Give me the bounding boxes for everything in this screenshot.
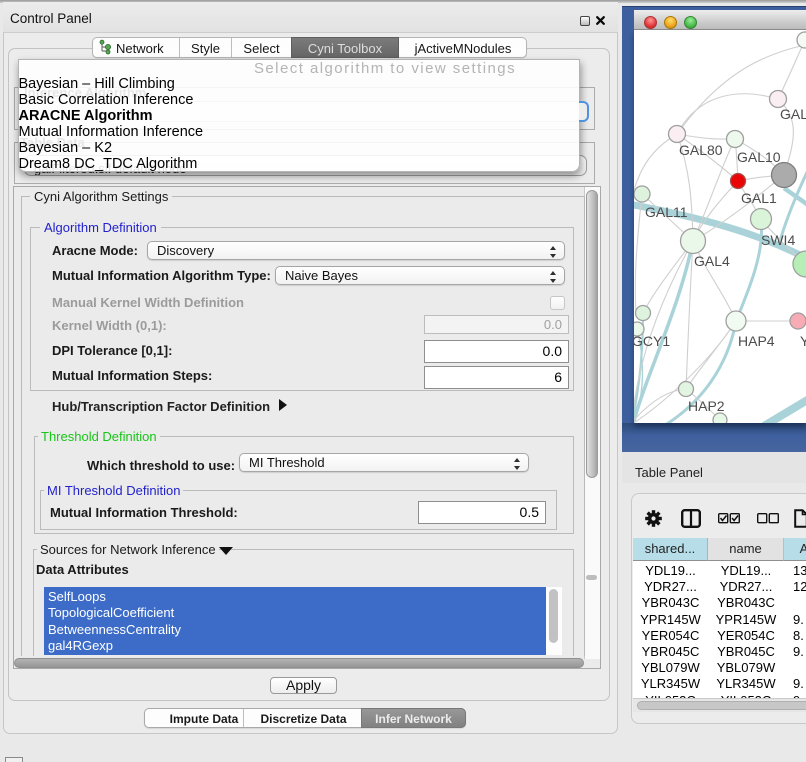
svg-text:GAL7: GAL7 bbox=[780, 106, 806, 122]
svg-text:HAP2: HAP2 bbox=[688, 398, 725, 414]
svg-text:HAP4: HAP4 bbox=[738, 333, 775, 349]
svg-text:GAL80: GAL80 bbox=[679, 142, 723, 158]
svg-text:GAL4: GAL4 bbox=[694, 253, 730, 269]
svg-text:GAL11: GAL11 bbox=[645, 204, 688, 220]
svg-text:GAL10: GAL10 bbox=[737, 149, 781, 165]
svg-text:SWI4: SWI4 bbox=[761, 232, 795, 248]
svg-text:Y: Y bbox=[800, 333, 806, 349]
svg-text:GCY1: GCY1 bbox=[634, 333, 670, 349]
svg-text:GAL1: GAL1 bbox=[741, 190, 777, 206]
